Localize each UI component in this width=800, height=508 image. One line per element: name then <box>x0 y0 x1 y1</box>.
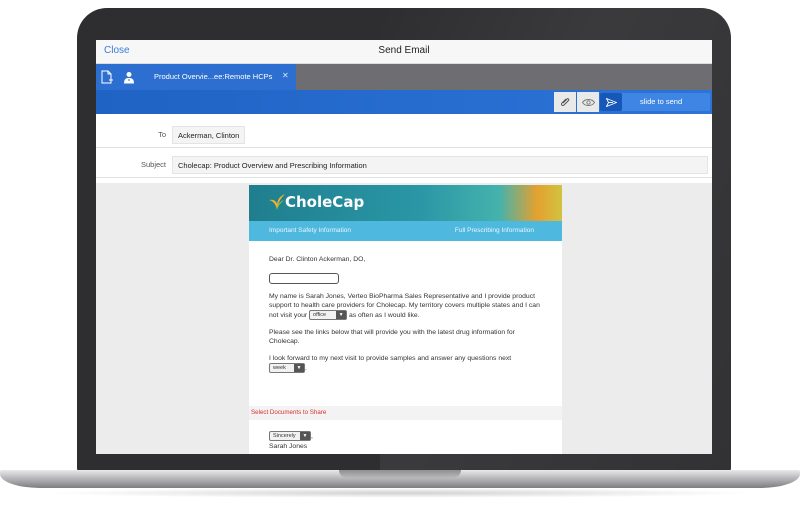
subject-row: Subject Cholecap: Product Overview and P… <box>96 152 712 178</box>
email-paragraph-3: I look forward to my next visit to provi… <box>269 354 545 373</box>
paragraph-3-text: I look forward to my next visit to provi… <box>269 355 512 362</box>
chevron-down-icon: ▼ <box>336 311 347 319</box>
email-paragraph-1: My name is Sarah Jones, Verteo BioPharma… <box>269 292 545 320</box>
attach-button[interactable] <box>554 92 576 112</box>
send-knob[interactable] <box>600 93 622 111</box>
email-greeting: Dear Dr. Clinton Ackerman, DO, <box>269 256 366 263</box>
email-body: Dear Dr. Clinton Ackerman, DO, My name i… <box>269 255 545 381</box>
email-preview-area: CholeCap Important Safety Information Fu… <box>96 183 712 454</box>
app-screen: Close Send Email Product Overvie...ee:Re… <box>96 40 712 454</box>
paragraph-3-tail: . <box>305 364 307 372</box>
email-paragraph-2: Please see the links below that will pro… <box>269 329 515 345</box>
page-title: Send Email <box>378 45 430 56</box>
attach-icon <box>560 98 570 107</box>
safety-info-link[interactable]: Important Safety Information <box>269 227 351 234</box>
slide-to-send-slider[interactable]: slide to send <box>600 93 710 111</box>
timeframe-select[interactable]: week ▼ <box>269 363 305 373</box>
subject-label: Subject <box>140 160 166 169</box>
slide-to-send-label: slide to send <box>640 97 683 106</box>
closing-select-value: Sincerely <box>273 433 296 439</box>
location-select[interactable]: office ▼ <box>309 310 348 320</box>
laptop-opening-notch <box>339 470 461 478</box>
to-label: To <box>158 130 166 139</box>
new-document-button[interactable] <box>96 64 118 90</box>
brand-logo-text: CholeCap <box>285 193 365 211</box>
email-closing: Sincerely ▼, Sarah Jones <box>269 431 313 452</box>
select-documents-bar[interactable]: Select Documents to Share <box>249 406 562 420</box>
tab-close-icon[interactable]: ✕ <box>282 71 289 80</box>
send-icon <box>605 97 617 107</box>
email-link-bar: Important Safety Information Full Prescr… <box>249 221 562 241</box>
doctor-contact-icon <box>124 71 134 83</box>
tab-bar: Product Overvie...ee:Remote HCPs ✕ <box>96 64 712 90</box>
signature-name: Sarah Jones <box>269 442 308 450</box>
action-toolbar: slide to send <box>96 90 712 114</box>
tab-label: Product Overvie...ee:Remote HCPs <box>154 72 273 81</box>
paragraph-1-tail: as often as I would like. <box>348 311 420 319</box>
cholecap-logo-icon <box>269 194 285 210</box>
free-text-input[interactable] <box>269 273 339 284</box>
preview-eye-icon <box>581 98 595 106</box>
tab-product-overview[interactable]: Product Overvie...ee:Remote HCPs ✕ <box>140 64 296 90</box>
to-row: To Ackerman, Clinton <box>96 122 712 148</box>
email-template: CholeCap Important Safety Information Fu… <box>249 185 562 454</box>
closing-comma: , <box>311 432 313 440</box>
new-document-icon <box>101 70 113 84</box>
laptop-shadow <box>40 488 760 498</box>
to-recipient-chip[interactable]: Ackerman, Clinton <box>172 126 246 144</box>
preview-button[interactable] <box>577 92 599 112</box>
prescribing-info-link[interactable]: Full Prescribing Information <box>455 227 534 234</box>
chevron-down-icon: ▼ <box>294 364 304 372</box>
contact-button[interactable] <box>118 64 140 90</box>
timeframe-select-value: week <box>273 365 286 371</box>
email-brand-header: CholeCap <box>249 185 562 221</box>
chevron-down-icon: ▼ <box>300 432 310 440</box>
title-bar: Close Send Email <box>96 40 712 64</box>
closing-select[interactable]: Sincerely ▼ <box>269 431 311 441</box>
subject-field[interactable]: Cholecap: Product Overview and Prescribi… <box>172 156 708 174</box>
select-documents-link[interactable]: Select Documents to Share <box>251 409 326 416</box>
location-select-value: office <box>313 312 327 318</box>
